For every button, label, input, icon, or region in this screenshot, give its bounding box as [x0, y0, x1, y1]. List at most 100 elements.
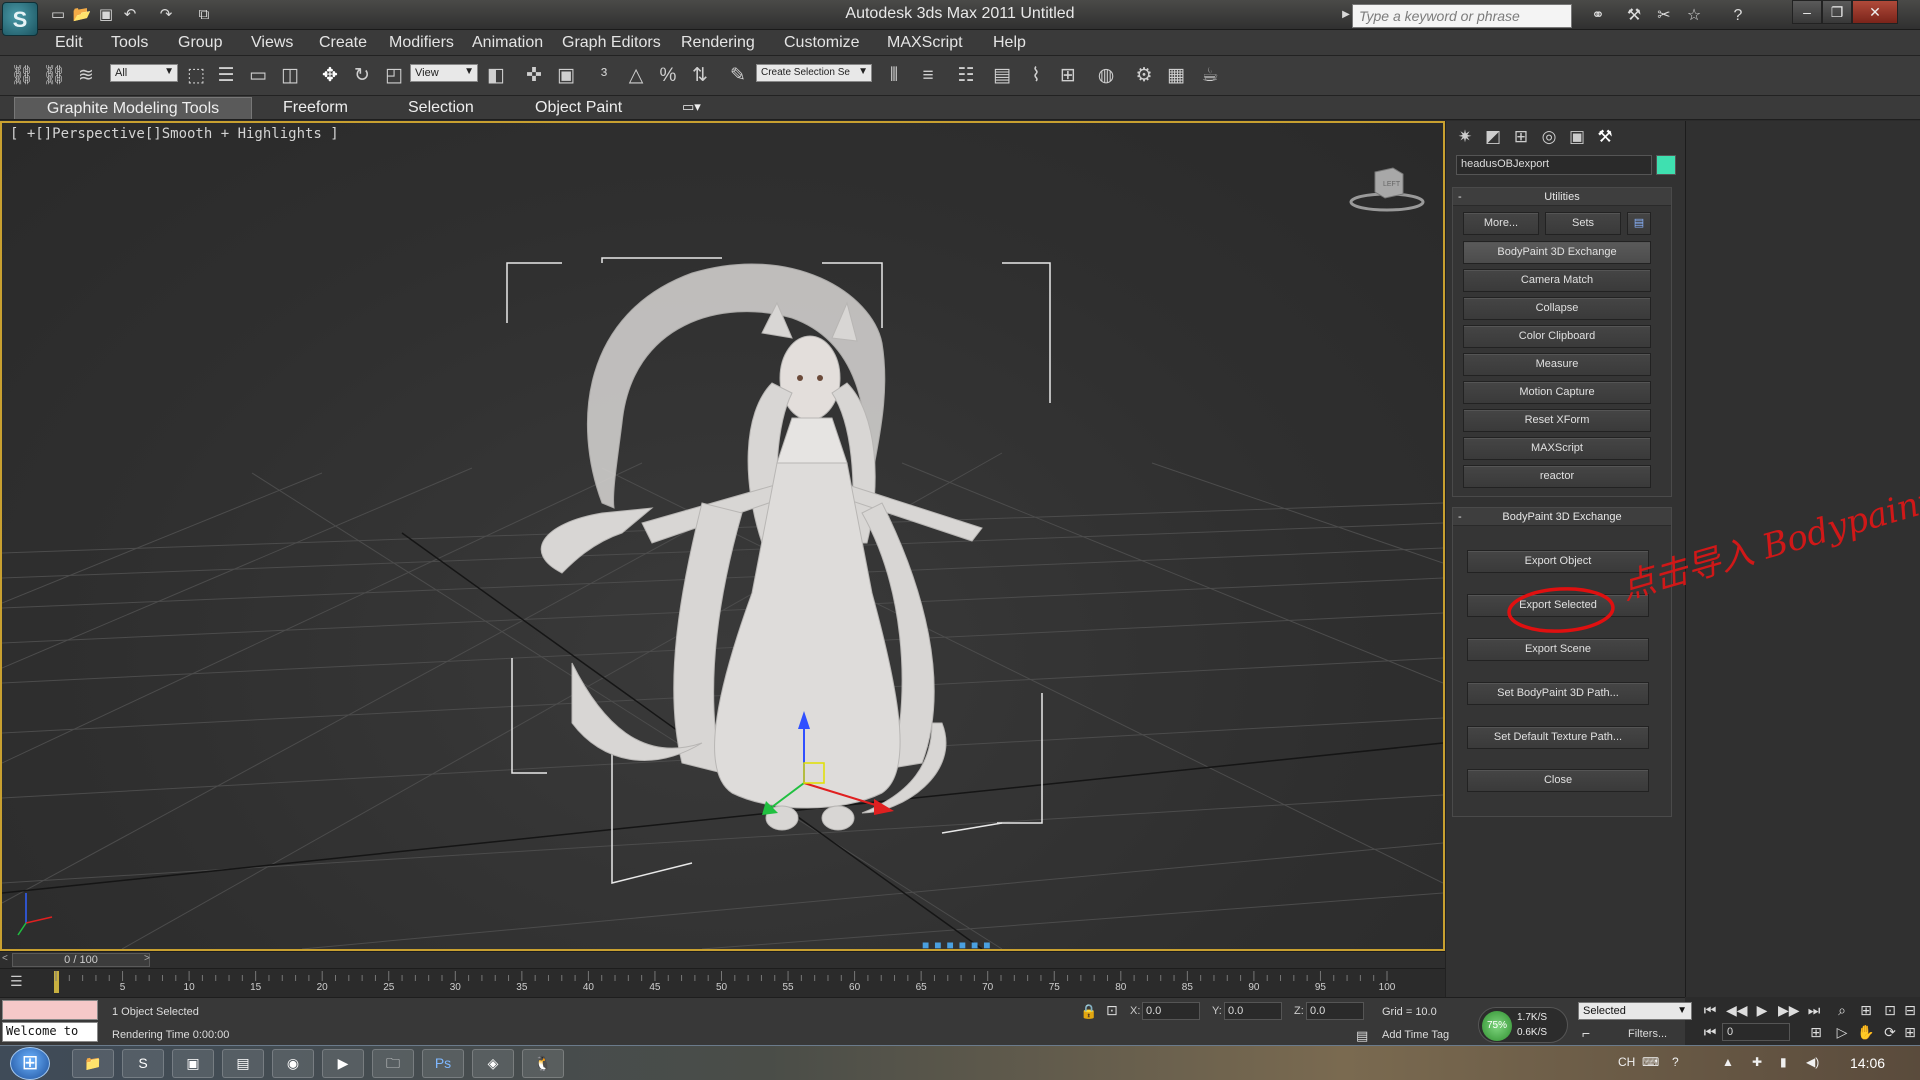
- time-slider[interactable]: < 0 / 100 >: [0, 951, 1445, 968]
- pan-hand-icon[interactable]: ✋: [1856, 1024, 1876, 1041]
- z-coord-field[interactable]: 0.0: [1306, 1002, 1364, 1020]
- utility-reactor[interactable]: reactor: [1463, 465, 1651, 488]
- rectangular-selection-icon[interactable]: ▭: [244, 62, 272, 90]
- select-and-scale-icon[interactable]: ◰: [380, 62, 408, 90]
- menu-graph-editors[interactable]: Graph Editors: [562, 34, 661, 52]
- keyboard-icon[interactable]: ⌨: [1642, 1055, 1659, 1069]
- selection-filter-dropdown[interactable]: All ▼: [110, 64, 178, 82]
- select-and-move-icon[interactable]: ✥: [316, 62, 344, 90]
- utility-maxscript[interactable]: MAXScript: [1463, 437, 1651, 460]
- material-editor-icon[interactable]: ◍: [1092, 62, 1120, 90]
- reference-coord-dropdown[interactable]: View ▼: [410, 64, 478, 82]
- add-time-tag[interactable]: Add Time Tag: [1382, 1029, 1449, 1041]
- x-coord-field[interactable]: 0.0: [1142, 1002, 1200, 1020]
- exchange-rollout-title[interactable]: - BodyPaint 3D Exchange: [1453, 508, 1671, 526]
- tab-object-paint[interactable]: Object Paint: [527, 97, 630, 119]
- menu-views[interactable]: Views: [251, 34, 293, 52]
- remote-desktop-app-icon[interactable]: ▣: [172, 1049, 214, 1078]
- orbit-icon[interactable]: ⟳: [1880, 1024, 1900, 1041]
- viewport-nav-dots[interactable]: ■■■■■■: [922, 938, 996, 949]
- export-scene-button[interactable]: Export Scene: [1467, 638, 1649, 661]
- layer-manager-icon[interactable]: ☷: [952, 62, 980, 90]
- time-tag-icon[interactable]: ▤: [1356, 1028, 1368, 1044]
- explorer-app-icon[interactable]: 📁: [72, 1049, 114, 1078]
- select-object-icon[interactable]: ⬚: [182, 62, 210, 90]
- ribbon-options-icon[interactable]: ▭▾: [674, 97, 709, 119]
- select-and-rotate-icon[interactable]: ↻: [348, 62, 376, 90]
- redo-icon[interactable]: ↷: [156, 5, 176, 25]
- save-icon[interactable]: ▣: [96, 5, 116, 25]
- time-slider-thumb[interactable]: 0 / 100: [12, 953, 150, 967]
- field-of-view-icon[interactable]: ▷: [1832, 1024, 1852, 1041]
- photoshop-app-icon[interactable]: Ps: [422, 1049, 464, 1078]
- schematic-view-icon[interactable]: ⊞: [1054, 62, 1082, 90]
- keyboard-shortcut-toggle-icon[interactable]: ▣: [552, 62, 580, 90]
- menu-tools[interactable]: Tools: [111, 34, 148, 52]
- manipulate-icon[interactable]: ✜: [520, 62, 548, 90]
- y-coord-field[interactable]: 0.0: [1224, 1002, 1282, 1020]
- zoom-extents-icon[interactable]: ⊡: [1880, 1002, 1900, 1019]
- window-crossing-icon[interactable]: ◫: [276, 62, 304, 90]
- start-button[interactable]: ⊞: [10, 1047, 50, 1080]
- menu-modifiers[interactable]: Modifiers: [389, 34, 454, 52]
- utility-reset-xform[interactable]: Reset XForm: [1463, 409, 1651, 432]
- utility-collapse[interactable]: Collapse: [1463, 297, 1651, 320]
- track-bar[interactable]: ☰ 5 10 15 20 25 30 35 40 45 50 55 60 65 70 75 80 85 90 95 1…: [0, 968, 1445, 996]
- unlink-icon[interactable]: ⛓: [40, 62, 68, 90]
- notepad-app-icon[interactable]: ▤: [222, 1049, 264, 1078]
- project-folder-icon[interactable]: ⧉: [194, 5, 214, 25]
- perspective-viewport[interactable]: [ +[]Perspective[]Smooth + Highlights ]: [0, 121, 1445, 951]
- help-tray-icon[interactable]: ?: [1672, 1055, 1679, 1069]
- render-setup-icon[interactable]: ⚙: [1130, 62, 1158, 90]
- firefox-app-icon[interactable]: ◉: [272, 1049, 314, 1078]
- object-name-field[interactable]: headusOBJexport: [1456, 155, 1652, 175]
- filters-button[interactable]: Filters...: [1628, 1028, 1667, 1040]
- utility-bodypaint-exchange[interactable]: BodyPaint 3D Exchange: [1463, 241, 1651, 264]
- tab-selection[interactable]: Selection: [400, 97, 482, 119]
- undo-icon[interactable]: ↶: [120, 5, 140, 25]
- bind-space-warp-icon[interactable]: ≋: [72, 62, 100, 90]
- create-tab-icon[interactable]: ✷: [1452, 125, 1478, 149]
- absolute-mode-icon[interactable]: ⊡: [1106, 1002, 1118, 1019]
- set-key-icon[interactable]: ⌐: [1582, 1025, 1590, 1041]
- utilities-rollout-title[interactable]: - Utilities: [1453, 188, 1671, 206]
- qq-app-icon[interactable]: 🐧: [522, 1049, 564, 1078]
- open-file-icon[interactable]: 📂: [72, 5, 92, 25]
- antivirus-tray-icon[interactable]: ✚: [1752, 1055, 1762, 1069]
- pivot-center-icon[interactable]: ◧: [482, 62, 510, 90]
- previous-frame-icon[interactable]: ◀◀: [1726, 1002, 1748, 1019]
- spinner-snap-icon[interactable]: ⇅: [686, 62, 714, 90]
- favorites-star-icon[interactable]: ☆: [1682, 4, 1706, 28]
- utilities-tab-icon[interactable]: ⚒: [1592, 125, 1618, 149]
- menu-create[interactable]: Create: [319, 34, 367, 52]
- mirror-icon[interactable]: ⫴: [880, 62, 908, 90]
- select-by-name-icon[interactable]: ☰: [212, 62, 240, 90]
- modify-tab-icon[interactable]: ◩: [1480, 125, 1506, 149]
- time-next-arrow-icon[interactable]: >: [144, 953, 150, 964]
- set-default-texture-path-button[interactable]: Set Default Texture Path...: [1467, 726, 1649, 749]
- object-color-swatch[interactable]: [1656, 155, 1676, 175]
- menu-help[interactable]: Help: [993, 34, 1026, 52]
- zoom-extents-all-icon[interactable]: ⊟: [1900, 1002, 1920, 1019]
- utility-color-clipboard[interactable]: Color Clipboard: [1463, 325, 1651, 348]
- utility-measure[interactable]: Measure: [1463, 353, 1651, 376]
- next-frame-icon[interactable]: ▶▶: [1778, 1002, 1800, 1019]
- named-selection-dropdown[interactable]: Create Selection Se ▼: [756, 64, 872, 82]
- utility-camera-match[interactable]: Camera Match: [1463, 269, 1651, 292]
- viewport-label[interactable]: [ +[]Perspective[]Smooth + Highlights ]: [10, 126, 339, 142]
- selection-lock-icon[interactable]: 🔒: [1080, 1003, 1097, 1020]
- more-button[interactable]: More...: [1463, 212, 1539, 235]
- menu-maxscript[interactable]: MAXScript: [887, 34, 963, 52]
- current-frame-field[interactable]: 0: [1722, 1023, 1790, 1041]
- time-config-icon[interactable]: ⊞: [1806, 1024, 1826, 1041]
- close-button-panel[interactable]: Close: [1467, 769, 1649, 792]
- align-icon[interactable]: ≡: [914, 62, 942, 90]
- menu-group[interactable]: Group: [178, 34, 222, 52]
- menu-rendering[interactable]: Rendering: [681, 34, 755, 52]
- media-player-app-icon[interactable]: ▶: [322, 1049, 364, 1078]
- menu-animation[interactable]: Animation: [472, 34, 543, 52]
- sets-button[interactable]: Sets: [1545, 212, 1621, 235]
- maxscript-output[interactable]: Welcome to: [2, 1022, 98, 1042]
- time-prev-arrow-icon[interactable]: <: [2, 953, 8, 964]
- maximize-button[interactable]: ❐: [1822, 0, 1852, 24]
